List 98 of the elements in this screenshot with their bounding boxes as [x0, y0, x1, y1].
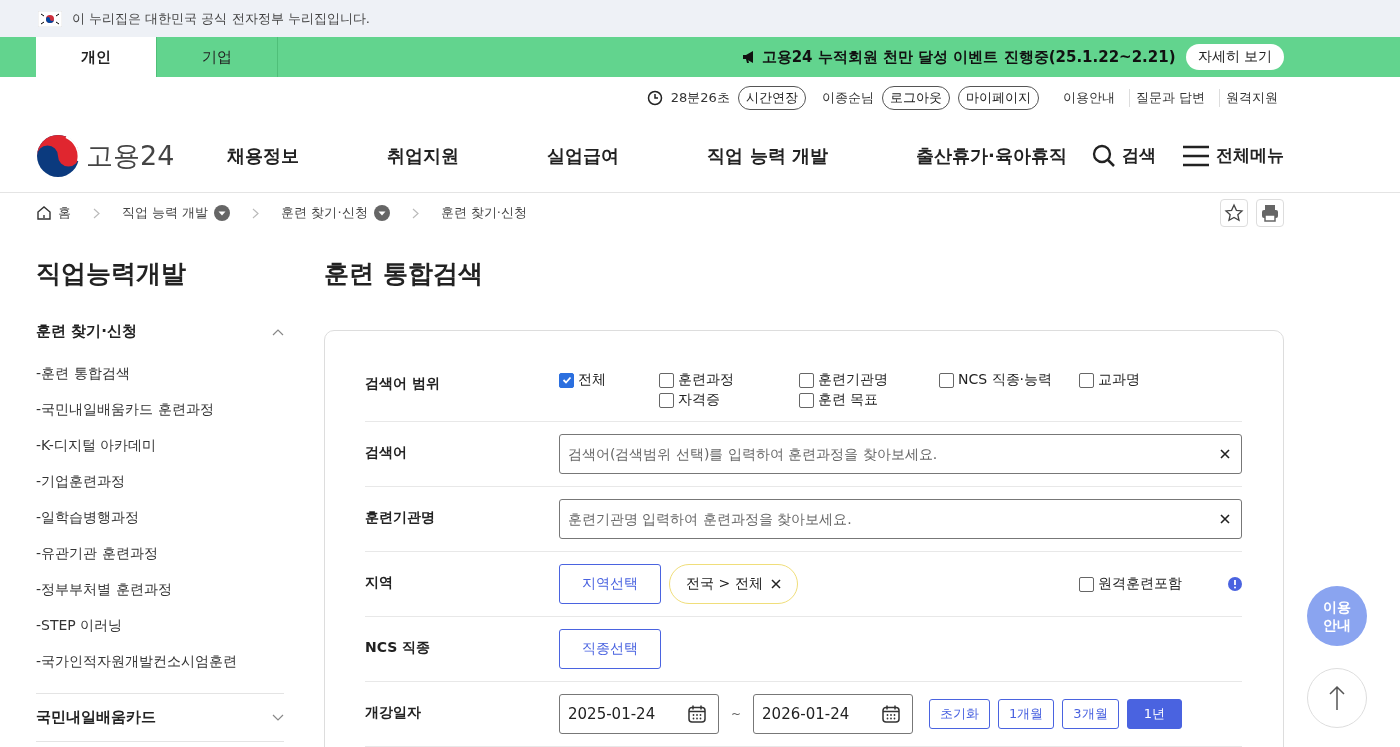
date-field[interactable]: 2025-01-24 [559, 694, 719, 734]
breadcrumb-link[interactable]: 훈련 찾기·신청 [440, 204, 527, 222]
sidebar-section[interactable]: 훈련 찾기·신청 [36, 308, 284, 355]
gov-notice-text: 이 누리집은 대한민국 공식 전자정부 누리집입니다. [72, 9, 370, 28]
sidebar-section[interactable]: 국민내일배움카드 [36, 694, 284, 741]
checkbox[interactable] [939, 372, 954, 388]
job-select-button[interactable]: 직종선택 [559, 629, 661, 669]
sidebar-item[interactable]: -국민내일배움카드 훈련과정 [36, 401, 214, 417]
checkbox-label: 훈련과정 [678, 371, 734, 389]
checkbox-label: 교과명 [1098, 371, 1140, 389]
remove-icon[interactable] [770, 579, 781, 589]
checkbox-label: 자격증 [678, 391, 720, 409]
date-separator: ~ [731, 707, 742, 721]
form-label: 훈련기관명 [365, 508, 436, 527]
checkbox-label: 훈련기관명 [818, 371, 888, 389]
utility-link[interactable]: 원격지원 [1219, 89, 1284, 107]
site-logo-text[interactable]: 고용24 [86, 137, 175, 174]
form-label: NCS 직종 [365, 638, 432, 657]
main-nav-link[interactable]: 실업급여 [547, 143, 620, 168]
chevron-right-icon [411, 207, 419, 219]
search-button[interactable]: 검색 [1092, 143, 1156, 168]
region-chip-text: 전국 > 전체 [686, 575, 763, 593]
chevron-right-icon [93, 207, 100, 219]
checkbox[interactable] [659, 392, 674, 408]
sidebar-item[interactable]: -기업훈련과정 [36, 473, 126, 489]
checkbox[interactable] [799, 392, 814, 408]
megaphone-icon [741, 50, 756, 64]
print-button[interactable] [1256, 199, 1284, 227]
checkbox-label: 전체 [578, 371, 606, 389]
region-select-button[interactable]: 지역선택 [559, 564, 661, 604]
full-menu-button[interactable]: 전체메뉴 [1182, 144, 1284, 167]
period-button[interactable]: 1개월 [998, 699, 1055, 729]
utility-link[interactable]: 이용안내 [1056, 89, 1121, 107]
details-button[interactable]: 자세히 보기 [1185, 44, 1284, 70]
checkbox[interactable] [1079, 576, 1094, 592]
home-icon [36, 205, 52, 221]
dropdown-icon[interactable] [214, 205, 231, 221]
sidebar-item[interactable]: -일학습병행과정 [36, 509, 140, 525]
user-name: 이종순님 [821, 89, 874, 107]
check-icon [561, 375, 572, 385]
form-label: 지역 [365, 573, 394, 592]
event-notice-text: 고용24 누적회원 천만 달성 이벤트 진행중(25.1.22~2.21) [761, 47, 1176, 67]
chevron-down-icon [272, 713, 284, 722]
checkbox-label: NCS 직종·능력 [958, 371, 1053, 389]
sidebar-item[interactable]: -STEP 이러닝 [36, 617, 123, 633]
chevron-up-icon [272, 327, 284, 336]
menu-icon [1182, 144, 1210, 167]
text-input-field[interactable]: 훈련기관명 입력하여 훈련과정을 찾아보세요. [559, 499, 1242, 539]
sidebar-item[interactable]: -정부부처별 훈련과정 [36, 581, 172, 597]
dropdown-icon[interactable] [373, 205, 390, 221]
info-icon[interactable] [1228, 577, 1242, 591]
logo-emblem-icon[interactable] [36, 133, 80, 178]
user-type-tab[interactable]: 기업 [157, 37, 278, 77]
favorite-button[interactable] [1220, 199, 1248, 227]
logout-button[interactable]: 로그아웃 [881, 86, 950, 110]
chevron-right-icon [252, 207, 260, 219]
flag-icon [38, 10, 62, 27]
utility-link[interactable]: 질문과 답변 [1128, 89, 1211, 107]
clock-icon [646, 90, 663, 106]
calendar-icon[interactable] [881, 704, 902, 724]
form-label: 개강일자 [365, 703, 422, 722]
date-field[interactable]: 2026-01-24 [753, 694, 914, 734]
main-nav-link[interactable]: 출산휴가·육아휴직 [915, 143, 1067, 168]
page-title: 훈련 통합검색 [324, 258, 484, 290]
sidebar-item[interactable]: -K-디지털 아카데미 [36, 437, 157, 453]
text-input-field[interactable]: 검색어(검색범위 선택)를 입력하여 훈련과정을 찾아보세요. [559, 434, 1242, 474]
breadcrumb-link[interactable]: 직업 능력 개발 [122, 204, 209, 222]
checkbox[interactable] [799, 372, 814, 388]
main-nav-link[interactable]: 채용정보 [227, 143, 300, 168]
checkbox[interactable] [559, 372, 574, 388]
breadcrumb-link[interactable]: 홈 [58, 204, 71, 222]
checkbox[interactable] [659, 372, 674, 388]
sidebar-title: 직업능력개발 [36, 258, 187, 290]
clear-icon[interactable] [1220, 449, 1230, 459]
checkbox[interactable] [1079, 372, 1094, 388]
star-icon [1224, 203, 1244, 223]
period-button[interactable]: 초기화 [929, 699, 991, 729]
mypage-button[interactable]: 마이페이지 [957, 86, 1039, 110]
checkbox-label: 원격훈련포함 [1098, 575, 1182, 593]
period-button[interactable]: 1년 [1126, 699, 1182, 729]
form-label: 검색어 범위 [365, 374, 441, 393]
sidebar-item[interactable]: -국가인적자원개발컨소시엄훈련 [36, 653, 238, 669]
calendar-icon[interactable] [687, 704, 707, 724]
breadcrumb-link[interactable]: 훈련 찾기·신청 [281, 204, 368, 222]
search-icon [1092, 143, 1116, 168]
extend-time-button[interactable]: 시간연장 [737, 86, 806, 110]
main-nav-link[interactable]: 직업 능력 개발 [707, 143, 828, 168]
main-nav-link[interactable]: 취업지원 [387, 143, 460, 168]
checkbox-label: 훈련 목표 [818, 391, 879, 409]
period-button[interactable]: 3개월 [1062, 699, 1119, 729]
form-label: 검색어 [365, 443, 408, 462]
user-type-tab[interactable]: 개인 [36, 37, 157, 77]
clear-icon[interactable] [1220, 514, 1230, 524]
session-timer: 28분26초 [670, 89, 730, 107]
arrow-up-icon [1329, 685, 1345, 711]
printer-icon [1260, 203, 1280, 223]
sidebar-item[interactable]: -유관기관 훈련과정 [36, 545, 158, 561]
sidebar-item[interactable]: -훈련 통합검색 [36, 365, 130, 381]
